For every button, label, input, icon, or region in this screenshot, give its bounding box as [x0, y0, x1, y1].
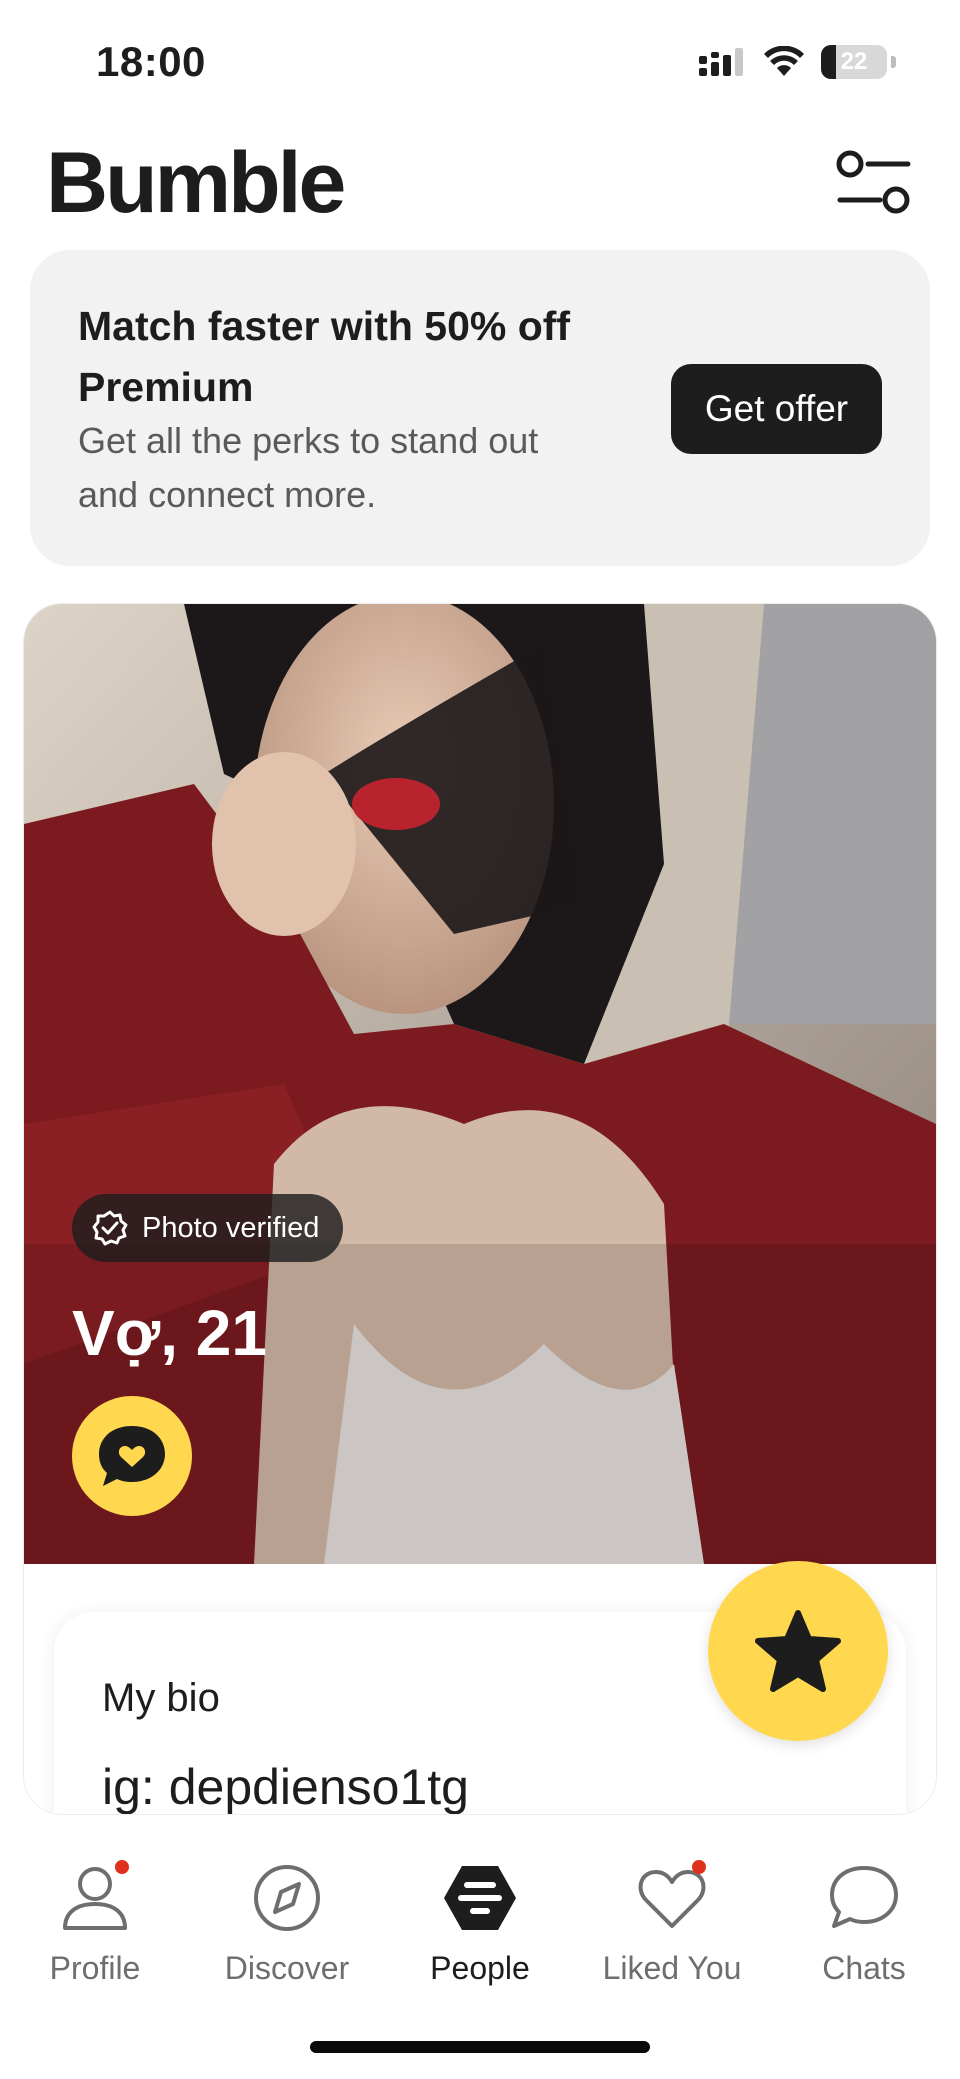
nav-label-chats: Chats [822, 1950, 906, 1986]
nav-people[interactable]: People [395, 1858, 565, 2008]
profile-name-age: Vợ, 21 [72, 1297, 267, 1369]
promo-title: Match faster with 50% off Premium [78, 303, 571, 410]
status-icons: 22 [699, 44, 896, 80]
home-indicator[interactable] [310, 2041, 650, 2053]
battery-tip [891, 56, 896, 68]
heart-icon [632, 1858, 712, 1938]
nav-profile[interactable]: Profile [10, 1858, 180, 2008]
nav-label-liked-you: Liked You [602, 1950, 742, 1986]
get-offer-button[interactable]: Get offer [671, 364, 882, 454]
person-icon [55, 1858, 135, 1938]
bio-title: My bio [102, 1676, 220, 1720]
heart-speech-bubble-icon [99, 1426, 165, 1486]
compass-icon [247, 1858, 327, 1938]
verified-check-icon [92, 1210, 128, 1246]
compliment-button[interactable] [72, 1396, 192, 1516]
header: Bumble [0, 120, 960, 240]
nav-label-people: People [430, 1950, 530, 1986]
status-bar: 18:00 22 [0, 0, 960, 120]
chat-bubble-icon [824, 1858, 904, 1938]
bio-text: ig: depdienso1tg [102, 1759, 469, 1814]
bumble-hive-icon [440, 1858, 520, 1938]
nav-chats[interactable]: Chats [779, 1858, 949, 2008]
star-icon [755, 1610, 841, 1692]
nav-label-discover: Discover [224, 1950, 350, 1986]
photo-verified-badge: Photo verified [72, 1194, 344, 1262]
nav-liked-you[interactable]: Liked You [587, 1858, 757, 2008]
profile-notification-dot [115, 1860, 129, 1874]
profile-photo[interactable]: Photo verified Vợ, 21 [24, 604, 936, 1564]
filter-sliders-icon [836, 150, 911, 214]
app-title: Bumble [46, 135, 346, 231]
battery-icon: 22 [821, 45, 887, 79]
battery-level: 22 [840, 48, 868, 75]
filter-button[interactable] [836, 150, 912, 220]
status-time: 18:00 [96, 38, 206, 85]
promo-subtitle: Get all the perks to stand out and conne… [78, 420, 539, 515]
liked-you-notification-dot [692, 1860, 706, 1874]
superswipe-button[interactable] [708, 1561, 888, 1741]
nav-discover[interactable]: Discover [202, 1858, 372, 2008]
cellular-signal-icon [699, 48, 743, 76]
photo-verified-label: Photo verified [142, 1211, 320, 1244]
premium-promo-banner: Match faster with 50% off Premium Get al… [30, 250, 930, 566]
wifi-icon [764, 46, 804, 76]
nav-label-profile: Profile [49, 1950, 141, 1986]
